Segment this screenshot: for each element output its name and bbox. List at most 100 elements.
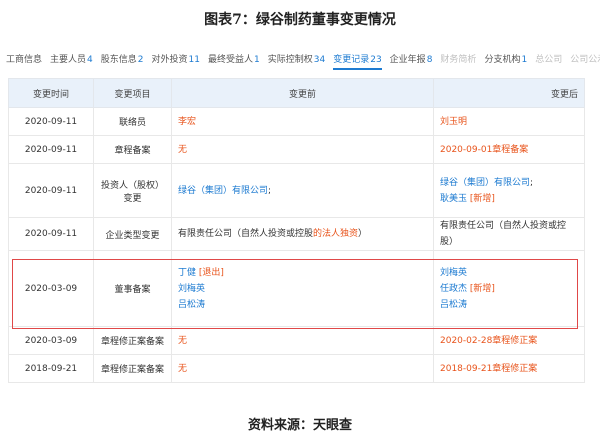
after-line: 任政杰 [新增] xyxy=(440,281,578,297)
cell-after: 刘玉明 xyxy=(433,107,585,136)
change-text: 李宏 xyxy=(178,116,197,127)
cell-change-time: 2020-03-09 xyxy=(8,326,94,355)
cell-change-item: 章程备案 xyxy=(93,135,172,164)
after-line: 吕松涛 xyxy=(440,297,578,313)
cell-after: 2018-09-21章程修正案 xyxy=(433,354,585,383)
before-line: 有限责任公司（自然人投资或控股的法人独资） xyxy=(178,226,427,242)
tab-0[interactable]: 工商信息 xyxy=(6,52,42,65)
cell-before: 无 xyxy=(171,135,434,164)
entity-link[interactable]: 绿谷（集团）有限公司 xyxy=(178,186,268,196)
tab-label: 股东信息 xyxy=(100,55,137,65)
cell-change-item: 董事备案 xyxy=(93,250,172,327)
after-line: 耿美玉 [新增] xyxy=(440,191,578,207)
tab-label: 对外投资 xyxy=(151,55,188,65)
table-row: 2020-09-11 投资人（股权） 变更 绿谷（集团）有限公司; 绿谷（集团）有限公… xyxy=(8,163,585,218)
tab-count: 2 xyxy=(137,55,144,65)
before-line: 刘梅英 xyxy=(178,281,427,297)
tab-10[interactable]: 总公司 xyxy=(535,52,562,65)
tab-9[interactable]: 分支机构1 xyxy=(484,52,527,65)
tab-1[interactable]: 主要人员4 xyxy=(50,52,93,65)
tab-count: 4 xyxy=(87,55,93,65)
tab-4[interactable]: 最终受益人1 xyxy=(208,52,260,65)
entity-link[interactable]: 刘梅英 xyxy=(440,268,467,278)
tab-label: 主要人员 xyxy=(50,55,87,65)
cell-change-time: 2020-09-11 xyxy=(8,107,94,136)
table-row: 2020-09-11 企业类型变更 有限责任公司（自然人投资或控股的法人独资） 有限责… xyxy=(8,217,585,251)
cell-change-item: 企业类型变更 xyxy=(93,217,172,251)
before-line: 吕松涛 xyxy=(178,297,427,313)
change-text: 2018-09-21章程修正案 xyxy=(440,363,538,374)
change-text: [新增] xyxy=(467,283,495,294)
tab-8[interactable]: 财务简析 xyxy=(440,52,476,65)
tab-label: 财务简析 xyxy=(440,55,477,65)
cell-before: 李宏 xyxy=(171,107,434,136)
tab-label: 总公司 xyxy=(535,55,563,65)
tab-3[interactable]: 对外投资11 xyxy=(152,52,200,65)
table-row: 2018-09-21 章程修正案备案无 2018-09-21章程修正案 xyxy=(8,354,585,383)
change-text: 2020-09-01章程备案 xyxy=(440,144,529,155)
tab-count: 23 xyxy=(370,55,382,65)
change-text: 无 xyxy=(178,144,188,155)
header-before: 变更前 xyxy=(171,78,434,108)
cell-before: 无 xyxy=(171,326,434,355)
tab-2[interactable]: 股东信息2 xyxy=(101,52,144,65)
table-header-row: 变更时间 变更项目 变更前 变更后 xyxy=(8,78,585,108)
change-text: ; xyxy=(530,177,534,188)
change-record-table: 变更时间 变更项目 变更前 变更后 2020-09-11 联络员 李宏 刘玉明 2020… xyxy=(8,78,585,383)
before-line: 李宏 xyxy=(178,114,427,130)
tab-11[interactable]: 公司公示 xyxy=(570,52,600,65)
before-line: 无 xyxy=(178,142,427,158)
entity-link[interactable]: 丁健 xyxy=(178,268,196,278)
table-row: 2020-03-09 董事备案 丁健 [退出] 刘梅英 吕松涛 刘梅英 任政杰 [新增] 吕松… xyxy=(8,250,585,327)
change-text: 有限责任公司（自然人投资或控股） xyxy=(440,221,567,247)
table-row: 2020-03-09 章程修正案备案无 2020-02-28章程修正案 xyxy=(8,326,585,355)
tab-label: 工商信息 xyxy=(6,55,43,65)
after-line: 绿谷（集团）有限公司; xyxy=(440,175,578,191)
entity-link[interactable]: 任政杰 xyxy=(440,284,467,294)
cell-change-item: 章程修正案备案 xyxy=(93,354,172,383)
cell-change-time: 2020-03-09 xyxy=(8,250,94,327)
change-text: ） xyxy=(358,229,368,239)
tab-count: 1 xyxy=(521,55,528,65)
change-text: [新增] xyxy=(467,193,495,204)
before-line: 绿谷（集团）有限公司; xyxy=(178,183,427,199)
entity-link[interactable]: 吕松涛 xyxy=(440,300,467,310)
after-line: 刘梅英 xyxy=(440,265,578,281)
cell-change-item: 联络员 xyxy=(93,107,172,136)
change-text: 有限责任公司（自然人投资或控股 xyxy=(178,229,314,239)
entity-link[interactable]: 吕松涛 xyxy=(178,300,205,310)
cell-after: 2020-02-28章程修正案 xyxy=(433,326,585,355)
change-text: 无 xyxy=(178,335,188,346)
cell-change-time: 2018-09-21 xyxy=(8,354,94,383)
cell-change-item: 章程修正案备案 xyxy=(93,326,172,355)
tab-6[interactable]: 变更记录23 xyxy=(333,52,383,70)
after-line: 2020-02-28章程修正案 xyxy=(440,333,578,349)
tab-label: 企业年报 xyxy=(389,55,426,65)
change-text: 2020-02-28章程修正案 xyxy=(440,335,538,346)
tab-5[interactable]: 实际控制权34 xyxy=(268,52,325,65)
entity-link[interactable]: 耿美玉 xyxy=(440,194,467,204)
cell-change-time: 2020-09-11 xyxy=(8,135,94,164)
after-line: 刘玉明 xyxy=(440,114,578,130)
change-text: 的法人独资 xyxy=(313,229,359,239)
cell-before: 有限责任公司（自然人投资或控股的法人独资） xyxy=(171,217,434,251)
entity-link[interactable]: 绿谷（集团）有限公司 xyxy=(440,178,530,188)
tab-label: 实际控制权 xyxy=(267,55,313,65)
cell-change-time: 2020-09-11 xyxy=(8,217,94,251)
before-line: 无 xyxy=(178,361,427,377)
change-text: 刘玉明 xyxy=(440,116,468,127)
cell-before: 绿谷（集团）有限公司; xyxy=(171,163,434,218)
tab-7[interactable]: 企业年报8 xyxy=(390,52,433,65)
change-text: ; xyxy=(268,185,272,196)
tab-count: 8 xyxy=(426,55,433,65)
tab-count: 11 xyxy=(188,55,200,65)
cell-after: 2020-09-01章程备案 xyxy=(433,135,585,164)
tab-label: 分支机构 xyxy=(484,55,521,65)
tab-count: 34 xyxy=(313,55,326,65)
table-row: 2020-09-11 章程备案无 2020-09-01章程备案 xyxy=(8,135,585,164)
tab-label: 最终受益人 xyxy=(207,55,253,65)
cell-after: 绿谷（集团）有限公司; 耿美玉 [新增] xyxy=(433,163,585,218)
header-after: 变更后 xyxy=(433,78,585,108)
cell-after: 有限责任公司（自然人投资或控股） xyxy=(433,217,585,251)
entity-link[interactable]: 刘梅英 xyxy=(178,284,205,294)
